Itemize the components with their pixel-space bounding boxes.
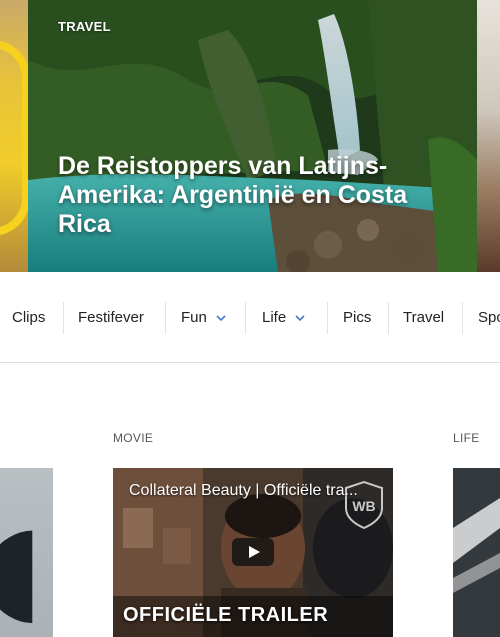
- video-caption: OFFICIËLE TRAILER: [123, 604, 329, 626]
- thumbnail-image: ◖: [0, 498, 44, 637]
- nav-divider: [462, 302, 463, 334]
- hero-slide[interactable]: TRAVEL De Reistoppers van Latijns-Amerik…: [28, 0, 477, 272]
- nav-item-pics[interactable]: Pics: [343, 304, 371, 332]
- next-slide[interactable]: [477, 0, 500, 272]
- nav-divider: [165, 302, 166, 334]
- thumbnail-image: [453, 468, 500, 637]
- category-nav: Clips Festifever Fun Life Pics Travel Sp…: [0, 272, 500, 363]
- play-button-icon[interactable]: [232, 538, 274, 566]
- svg-text:WB: WB: [352, 498, 375, 514]
- card-category-movie[interactable]: MOVIE: [113, 431, 153, 445]
- nav-item-travel[interactable]: Travel: [403, 304, 444, 332]
- previous-slide-image: [0, 40, 30, 236]
- nav-item-label: Pics: [343, 309, 372, 326]
- nav-divider: [327, 302, 328, 334]
- nav-item-festifever[interactable]: Festifever: [78, 304, 144, 332]
- nav-item-label: Life: [262, 309, 287, 326]
- nav-item-sports[interactable]: Spo: [478, 304, 500, 332]
- chevron-down-icon: [216, 315, 226, 322]
- nav-item-label: Festifever: [78, 309, 144, 326]
- hero-title[interactable]: De Reistoppers van Latijns-Amerika: Arge…: [58, 152, 418, 239]
- video-player[interactable]: WB Collateral Beauty | Officiële tra... …: [113, 468, 393, 637]
- hero-category[interactable]: TRAVEL: [58, 19, 111, 34]
- nav-divider: [63, 302, 64, 334]
- nav-item-label: Clips: [12, 309, 46, 326]
- video-title[interactable]: Collateral Beauty | Officiële tra...: [129, 482, 389, 500]
- card-category-life[interactable]: LIFE: [453, 431, 480, 445]
- chevron-down-icon: [295, 315, 305, 322]
- previous-slide[interactable]: [0, 0, 30, 272]
- nav-item-label: Spo: [478, 309, 500, 326]
- nav-item-clips[interactable]: Clips: [12, 304, 45, 332]
- nav-item-label: Fun: [181, 309, 207, 326]
- card-thumbnail-right[interactable]: [453, 468, 500, 637]
- nav-item-label: Travel: [403, 309, 445, 326]
- nav-divider: [245, 302, 246, 334]
- nav-item-fun[interactable]: Fun: [181, 304, 226, 332]
- nav-item-life[interactable]: Life: [262, 304, 305, 332]
- hero-carousel[interactable]: TRAVEL De Reistoppers van Latijns-Amerik…: [0, 0, 500, 272]
- nav-divider: [388, 302, 389, 334]
- card-thumbnail-left[interactable]: ◖: [0, 468, 53, 637]
